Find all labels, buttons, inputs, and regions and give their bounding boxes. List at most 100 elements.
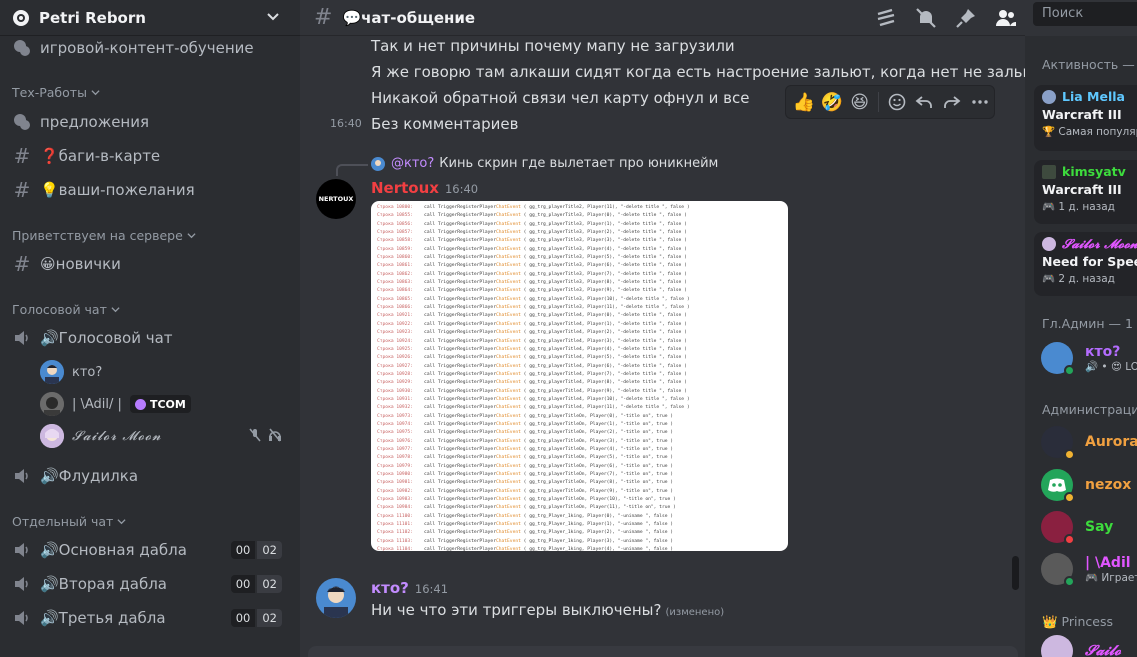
code-line-number: Строка 10864: <box>377 288 413 294</box>
code-line-number: Строка 10975: <box>377 430 413 436</box>
notifications-muted-icon[interactable] <box>914 6 938 30</box>
avatar <box>371 156 385 171</box>
code-line: Строка 10977: call TriggerRegisterPlayer… <box>377 446 782 454</box>
code-highlight: ChatEvent <box>495 255 521 261</box>
forward-icon[interactable] <box>938 88 966 116</box>
avatar[interactable] <box>316 578 356 618</box>
code-screenshot: Строка 10800: call TriggerRegisterPlayer… <box>377 204 782 551</box>
search-input[interactable]: Поиск <box>1033 2 1137 26</box>
member-item[interactable]: кто? 🔊 • 😍 LO <box>1041 341 1137 376</box>
add-reaction-icon[interactable] <box>883 88 911 116</box>
member-name: 𝓢𝓪𝓲𝓵𝓸 <box>1085 643 1121 657</box>
code-highlight: ChatEvent <box>495 205 521 210</box>
chevron-down-icon[interactable] <box>266 10 280 24</box>
member-item[interactable]: Say <box>1041 510 1113 545</box>
code-highlight: ChatEvent <box>495 472 521 477</box>
code-args: ( gg_trg_playerTitleOn, Player(2), "-tit… <box>523 430 674 436</box>
more-options-icon[interactable] <box>966 88 994 116</box>
code-args: ( gg_trg_playerTitle3, Player(3), "-dele… <box>523 238 687 244</box>
speaker-icon <box>12 574 32 594</box>
channel-item[interactable]: предложения <box>0 108 149 136</box>
reaction-rofl[interactable]: 🤣 <box>818 88 846 116</box>
code-call: call TriggerRegisterPlayerChatEvent <box>424 371 521 377</box>
code-args: ( gg_trg_Player_1king, Player(3), "-unin… <box>523 538 674 544</box>
code-highlight: ChatEvent <box>495 480 521 486</box>
category-header[interactable]: Тех-Работы <box>12 85 100 100</box>
code-call: call TriggerRegisterPlayerChatEvent <box>424 513 521 519</box>
activity-card[interactable]: 𝓢𝓪𝓲𝓵𝓸𝓻 𝓜𝓸𝓸𝓷 Need for Speed 🎮 2 д. назад <box>1034 232 1137 296</box>
code-highlight: ChatEvent <box>495 296 521 302</box>
code-highlight: ChatEvent <box>495 238 521 244</box>
member-item[interactable]: nezox <box>1041 468 1131 503</box>
category-header[interactable]: Голосовой чат <box>12 302 120 317</box>
speaker-icon <box>12 466 32 486</box>
code-args: ( gg_trg_playerTitleOn, Player(8), "-tit… <box>523 480 674 486</box>
code-line-number: Строка 10856: <box>377 221 413 227</box>
code-line: Строка 10924: call TriggerRegisterPlayer… <box>377 338 782 346</box>
category-header[interactable]: Отдельный чат <box>12 514 126 529</box>
scrollbar-thumb[interactable] <box>1012 556 1019 590</box>
threads-icon[interactable] <box>874 6 898 30</box>
voice-user[interactable]: 𝓢𝓪𝓲𝓵𝓸𝓻 𝓜𝓸𝓸𝓷 <box>40 423 288 449</box>
server-header[interactable]: Petri Reborn <box>0 0 300 36</box>
category-label: Приветствуем на сервере <box>12 228 183 243</box>
reply-icon[interactable] <box>910 88 938 116</box>
pin-icon[interactable] <box>954 6 978 30</box>
activity-card[interactable]: kimsyatv Warcraft III 🎮 1 д. назад <box>1034 160 1137 224</box>
code-args: ( gg_trg_Player_1king, Player(4), "-unin… <box>523 547 674 551</box>
reaction-thumbs-up[interactable]: 👍 <box>790 88 818 116</box>
member-item[interactable]: | \Adil 🎮 Играет <box>1041 552 1137 587</box>
code-call: call TriggerRegisterPlayerChatEvent <box>424 505 521 511</box>
avatar[interactable]: NERTOUX <box>316 179 356 219</box>
message-author[interactable]: кто? 16:41 <box>371 579 448 597</box>
channel-header: # 💬чат-общение <box>300 0 1025 36</box>
channel-item[interactable]: # 😀новички <box>0 250 121 278</box>
status-online-dot <box>1064 365 1075 376</box>
chevron-down-icon <box>187 233 196 239</box>
counter-limit: 02 <box>257 575 282 593</box>
member-item[interactable]: 𝓢𝓪𝓲𝓵𝓸 <box>1041 634 1121 657</box>
activity-user: kimsyatv <box>1042 164 1126 179</box>
channel-name: 🔊Третья дабла <box>40 609 166 627</box>
voice-channel[interactable]: 🔊Флудилка <box>0 462 138 490</box>
code-line: Строка 10860: call TriggerRegisterPlayer… <box>377 254 782 262</box>
activity-game: Warcraft III <box>1042 107 1122 122</box>
code-call: call TriggerRegisterPlayerChatEvent <box>424 396 521 402</box>
member-item[interactable]: Auroral <box>1041 425 1137 460</box>
activity-card[interactable]: Lia Mella Warcraft III 🏆 Самая популярна… <box>1034 85 1137 151</box>
code-line-number: Строка 10925: <box>377 346 413 352</box>
channel-name: 🔊Голосовой чат <box>40 329 173 347</box>
channel-item[interactable]: # ❓баги-в-карте <box>0 142 161 170</box>
voice-channel[interactable]: 🔊Вторая дабла 00 02 <box>0 570 300 598</box>
code-call: call TriggerRegisterPlayerChatEvent <box>424 255 521 261</box>
code-line-number: Строка 11101: <box>377 522 413 528</box>
counter-current: 00 <box>230 541 256 559</box>
reply-text: Кинь скрин где вылетает про юникнейм <box>439 156 719 171</box>
message-author[interactable]: Nertoux 16:40 <box>371 179 478 197</box>
code-args: ( gg_trg_playerTitle4, Player(5), "-dele… <box>523 355 687 361</box>
channel-item[interactable]: игровой-контент-обучение <box>0 34 254 62</box>
code-highlight: ChatEvent <box>495 213 521 219</box>
message-text: Никакой обратной связи чел карту офнул и… <box>371 89 750 107</box>
voice-user[interactable]: | \Adil/ | TCOM <box>40 391 191 417</box>
category-header[interactable]: Приветствуем на сервере <box>12 228 196 243</box>
voice-channel[interactable]: 🔊Третья дабла 00 02 <box>0 604 300 632</box>
message-composer[interactable] <box>308 646 1018 657</box>
reply-preview[interactable]: @кто? Кинь скрин где вылетает про юникне… <box>371 156 718 171</box>
code-line: Строка 11100: call TriggerRegisterPlayer… <box>377 513 782 521</box>
code-highlight: ChatEvent <box>495 538 521 544</box>
code-line-number: Строка 10932: <box>377 405 413 411</box>
voice-channel[interactable]: 🔊Голосовой чат <box>0 324 173 352</box>
code-line-number: Строка 10800: <box>377 205 413 210</box>
reaction-laughing[interactable]: 😆 <box>846 88 874 116</box>
image-attachment[interactable]: Строка 10800: call TriggerRegisterPlayer… <box>371 201 788 551</box>
member-name: Auroral <box>1085 434 1137 450</box>
voice-channel[interactable]: 🔊Основная дабла 00 02 <box>0 536 300 564</box>
code-line-number: Строка 10974: <box>377 421 413 427</box>
voice-user[interactable]: кто? <box>40 359 102 385</box>
member-list-icon[interactable] <box>994 6 1018 30</box>
channel-item[interactable]: # 💡ваши-пожелания <box>0 176 195 204</box>
message-actions-toolbar: 👍 🤣 😆 <box>785 85 995 119</box>
code-args: ( gg_trg_playerTitle3, Player(5), "-dele… <box>523 255 687 261</box>
reply-connector <box>336 164 368 176</box>
